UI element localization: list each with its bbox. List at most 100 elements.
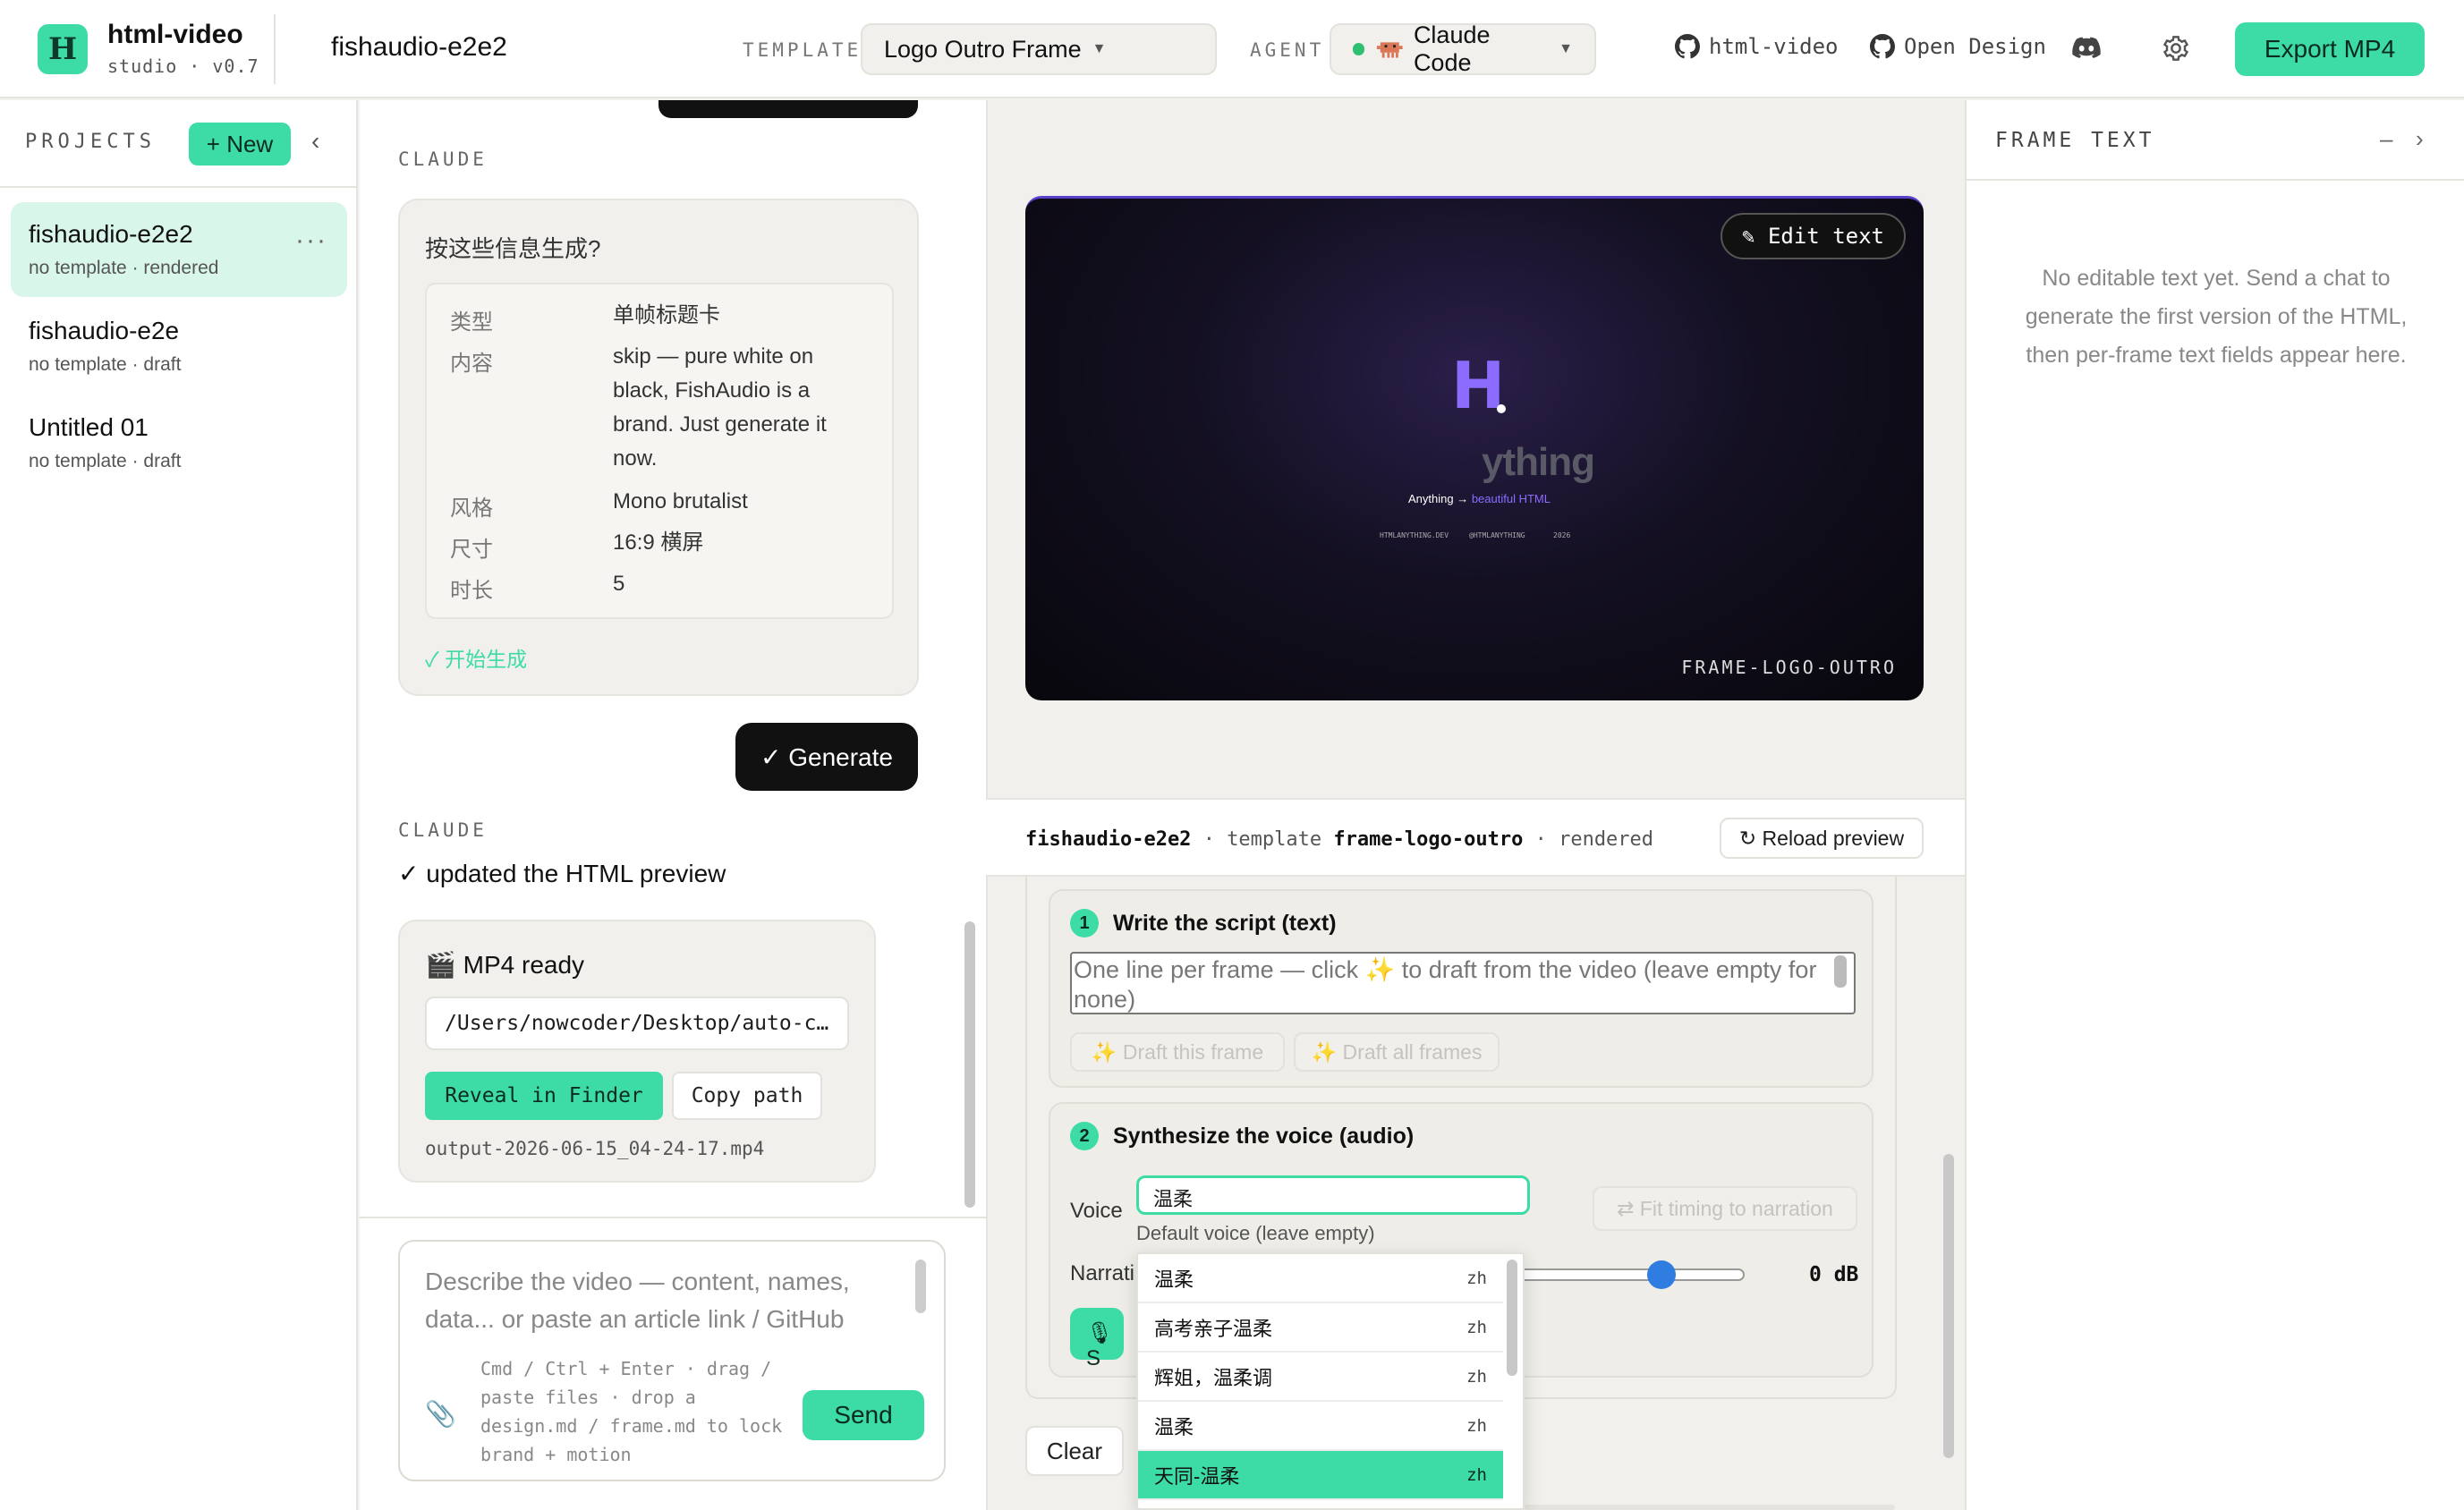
output-filename: output-2026-06-15_04-24-17.mp4 bbox=[425, 1138, 765, 1159]
generate-button[interactable]: ✓ Generate bbox=[735, 723, 918, 791]
github-link-open-design[interactable]: Open Design bbox=[1870, 34, 2046, 59]
spec-key: 尺寸 bbox=[450, 538, 493, 562]
frame-text-panel: FRAME TEXT – › No editable text yet. Sen… bbox=[1965, 100, 2464, 1510]
agent-select[interactable]: Claude Code ▼ bbox=[1330, 21, 1596, 76]
voice-option-name: 高考亲子温柔 bbox=[1154, 1317, 1273, 1340]
narration-label: Narrati bbox=[1070, 1261, 1135, 1285]
send-button[interactable]: Send bbox=[803, 1390, 924, 1440]
minimize-icon[interactable]: – bbox=[2380, 125, 2392, 153]
export-mp4-button[interactable]: Export MP4 bbox=[2235, 22, 2425, 76]
voice-input[interactable]: 温柔 bbox=[1136, 1175, 1530, 1215]
voice-option-name: 辉姐，温柔调 bbox=[1154, 1366, 1273, 1389]
github-link-label: html-video bbox=[1709, 34, 1839, 59]
github-link-html-video[interactable]: html-video bbox=[1675, 34, 1839, 59]
template-select[interactable]: Logo Outro Frame ▼ bbox=[861, 23, 1217, 75]
script-step-card: 1 Write the script (text) One line per f… bbox=[1049, 889, 1873, 1088]
project-item-meta: no template · draft bbox=[29, 354, 182, 375]
reload-preview-button[interactable]: ↻ Reload preview bbox=[1720, 818, 1924, 859]
sidebar-divider bbox=[0, 186, 358, 188]
voice-option[interactable]: 辉姐，温柔调 zh bbox=[1138, 1353, 1503, 1402]
draft-this-frame-button[interactable]: ✨ Draft this frame bbox=[1070, 1032, 1285, 1072]
script-placeholder: One line per frame — click ✨ to draft fr… bbox=[1074, 956, 1817, 1013]
dropdown-scrollbar[interactable] bbox=[1507, 1260, 1517, 1376]
collapse-sidebar-icon[interactable]: ‹ bbox=[311, 127, 319, 156]
previous-message-bubble bbox=[658, 100, 918, 118]
start-generate-link[interactable]: ✓ 开始生成 bbox=[425, 642, 527, 673]
voice-option[interactable]: 温柔 zh bbox=[1138, 1402, 1503, 1451]
mp4-ready-title: 🎬 MP4 ready bbox=[425, 951, 585, 979]
spec-key: 内容 bbox=[450, 352, 493, 376]
step2-title: 2 Synthesize the voice (audio) bbox=[1070, 1122, 1414, 1150]
chat-input-divider bbox=[360, 1217, 986, 1218]
frame-text-title: FRAME TEXT bbox=[1995, 129, 2155, 152]
voice-option-lang: zh bbox=[1466, 1366, 1487, 1387]
frame-logo-dot bbox=[1497, 404, 1506, 413]
projects-sidebar: PROJECTS + New ‹ fishaudio-e2e2 no templ… bbox=[0, 100, 358, 1510]
script-textarea[interactable]: One line per frame — click ✨ to draft fr… bbox=[1070, 952, 1856, 1014]
claude-label: CLAUDE bbox=[398, 819, 488, 841]
settings-button[interactable] bbox=[2162, 34, 2190, 69]
input-scrollbar[interactable] bbox=[915, 1260, 926, 1313]
frame-tagline-b: beautiful HTML bbox=[1471, 492, 1551, 505]
edit-text-button[interactable]: ✎ Edit text bbox=[1721, 213, 1906, 259]
discord-link[interactable] bbox=[2072, 36, 2101, 65]
gear-icon bbox=[2162, 36, 2189, 61]
paperclip-icon[interactable]: 📎 bbox=[425, 1399, 456, 1429]
agent-select-value: Claude Code bbox=[1413, 21, 1491, 76]
chat-scrollbar[interactable] bbox=[964, 921, 975, 1208]
project-item[interactable]: Untitled 01 no template · draft bbox=[11, 395, 347, 490]
textarea-scrollbar[interactable] bbox=[1834, 955, 1847, 988]
project-item[interactable]: fishaudio-e2e no template · draft bbox=[11, 299, 347, 394]
preview-status-bar: fishaudio-e2e2 · template frame-logo-out… bbox=[986, 798, 1965, 877]
preview-scrollbar[interactable] bbox=[1943, 1154, 1954, 1458]
fit-timing-button[interactable]: ⇄ Fit timing to narration bbox=[1593, 1186, 1857, 1231]
chat-input-box[interactable]: Describe the video — content, names, dat… bbox=[398, 1240, 946, 1481]
gain-slider[interactable] bbox=[1516, 1260, 1745, 1289]
template-select-value: Logo Outro Frame bbox=[884, 35, 1082, 63]
panel-divider bbox=[1967, 179, 2464, 181]
voice-option-selected[interactable]: 天同-温柔 zh bbox=[1138, 1451, 1503, 1500]
voice-option[interactable]: 高考亲子温柔 zh bbox=[1138, 1303, 1503, 1353]
spec-table: 类型 单帧标题卡 内容 skip — pure white on black, … bbox=[425, 283, 894, 619]
more-options-icon[interactable]: ··· bbox=[295, 225, 327, 256]
voice-option-name: 天同-温柔 bbox=[1154, 1464, 1240, 1488]
claude-agent-icon bbox=[1377, 42, 1403, 58]
clear-button[interactable]: Clear bbox=[1025, 1426, 1124, 1476]
voice-option-lang: zh bbox=[1466, 1268, 1487, 1288]
step1-title: 1 Write the script (text) bbox=[1070, 909, 1337, 937]
chevron-right-icon[interactable]: › bbox=[2416, 125, 2424, 153]
voice-label: Voice bbox=[1070, 1199, 1123, 1223]
chat-input-hint: Cmd / Ctrl + Enter · drag / paste files … bbox=[480, 1358, 783, 1465]
spec-value: 5 bbox=[613, 572, 625, 596]
chevron-down-icon: ▼ bbox=[1092, 41, 1107, 56]
frame-footer-year: 2026 bbox=[1553, 531, 1571, 539]
app-logo: H bbox=[38, 24, 88, 74]
project-item-meta: no template · draft bbox=[29, 451, 182, 471]
spec-value: Mono brutalist bbox=[613, 489, 748, 513]
header-divider bbox=[274, 14, 276, 84]
frame-label: FRAME-LOGO-OUTRO bbox=[1681, 657, 1897, 678]
project-item-meta: no template · rendered bbox=[29, 258, 219, 278]
agent-label: AGENT bbox=[1250, 39, 1325, 61]
frame-tagline: Anything → beautiful HTML bbox=[1408, 492, 1551, 505]
confirm-question: 按这些信息生成? bbox=[425, 235, 601, 262]
updated-message: ✓ updated the HTML preview bbox=[398, 860, 726, 887]
top-bar: H html-video studio · v0.7 fishaudio-e2e… bbox=[0, 0, 2464, 98]
project-item[interactable]: fishaudio-e2e2 no template · rendered ··… bbox=[11, 202, 347, 297]
gain-slider-thumb[interactable] bbox=[1647, 1260, 1677, 1289]
frame-logo-mark: H bbox=[1451, 348, 1506, 423]
app-version: studio · v0.7 bbox=[107, 55, 259, 77]
new-project-button[interactable]: + New bbox=[189, 123, 291, 165]
frame-word: ything bbox=[1482, 440, 1595, 484]
reveal-in-finder-button[interactable]: Reveal in Finder bbox=[425, 1072, 663, 1120]
draft-all-frames-button[interactable]: ✨ Draft all frames bbox=[1294, 1032, 1500, 1072]
copy-path-button[interactable]: Copy path bbox=[672, 1072, 822, 1120]
synthesize-button[interactable]: 🎙 S bbox=[1070, 1308, 1124, 1370]
projects-heading: PROJECTS bbox=[25, 131, 156, 153]
mp4-ready-card: 🎬 MP4 ready /Users/nowcoder/Desktop/auto… bbox=[398, 920, 876, 1183]
project-item-name: fishaudio-e2e2 bbox=[29, 220, 193, 248]
frame-tagline-a: Anything → bbox=[1408, 492, 1469, 505]
mp4-path-field[interactable]: /Users/nowcoder/Desktop/auto-c… bbox=[425, 997, 849, 1050]
status-project: fishaudio-e2e2 bbox=[1025, 828, 1192, 851]
voice-option[interactable]: 温柔 zh bbox=[1138, 1254, 1503, 1303]
